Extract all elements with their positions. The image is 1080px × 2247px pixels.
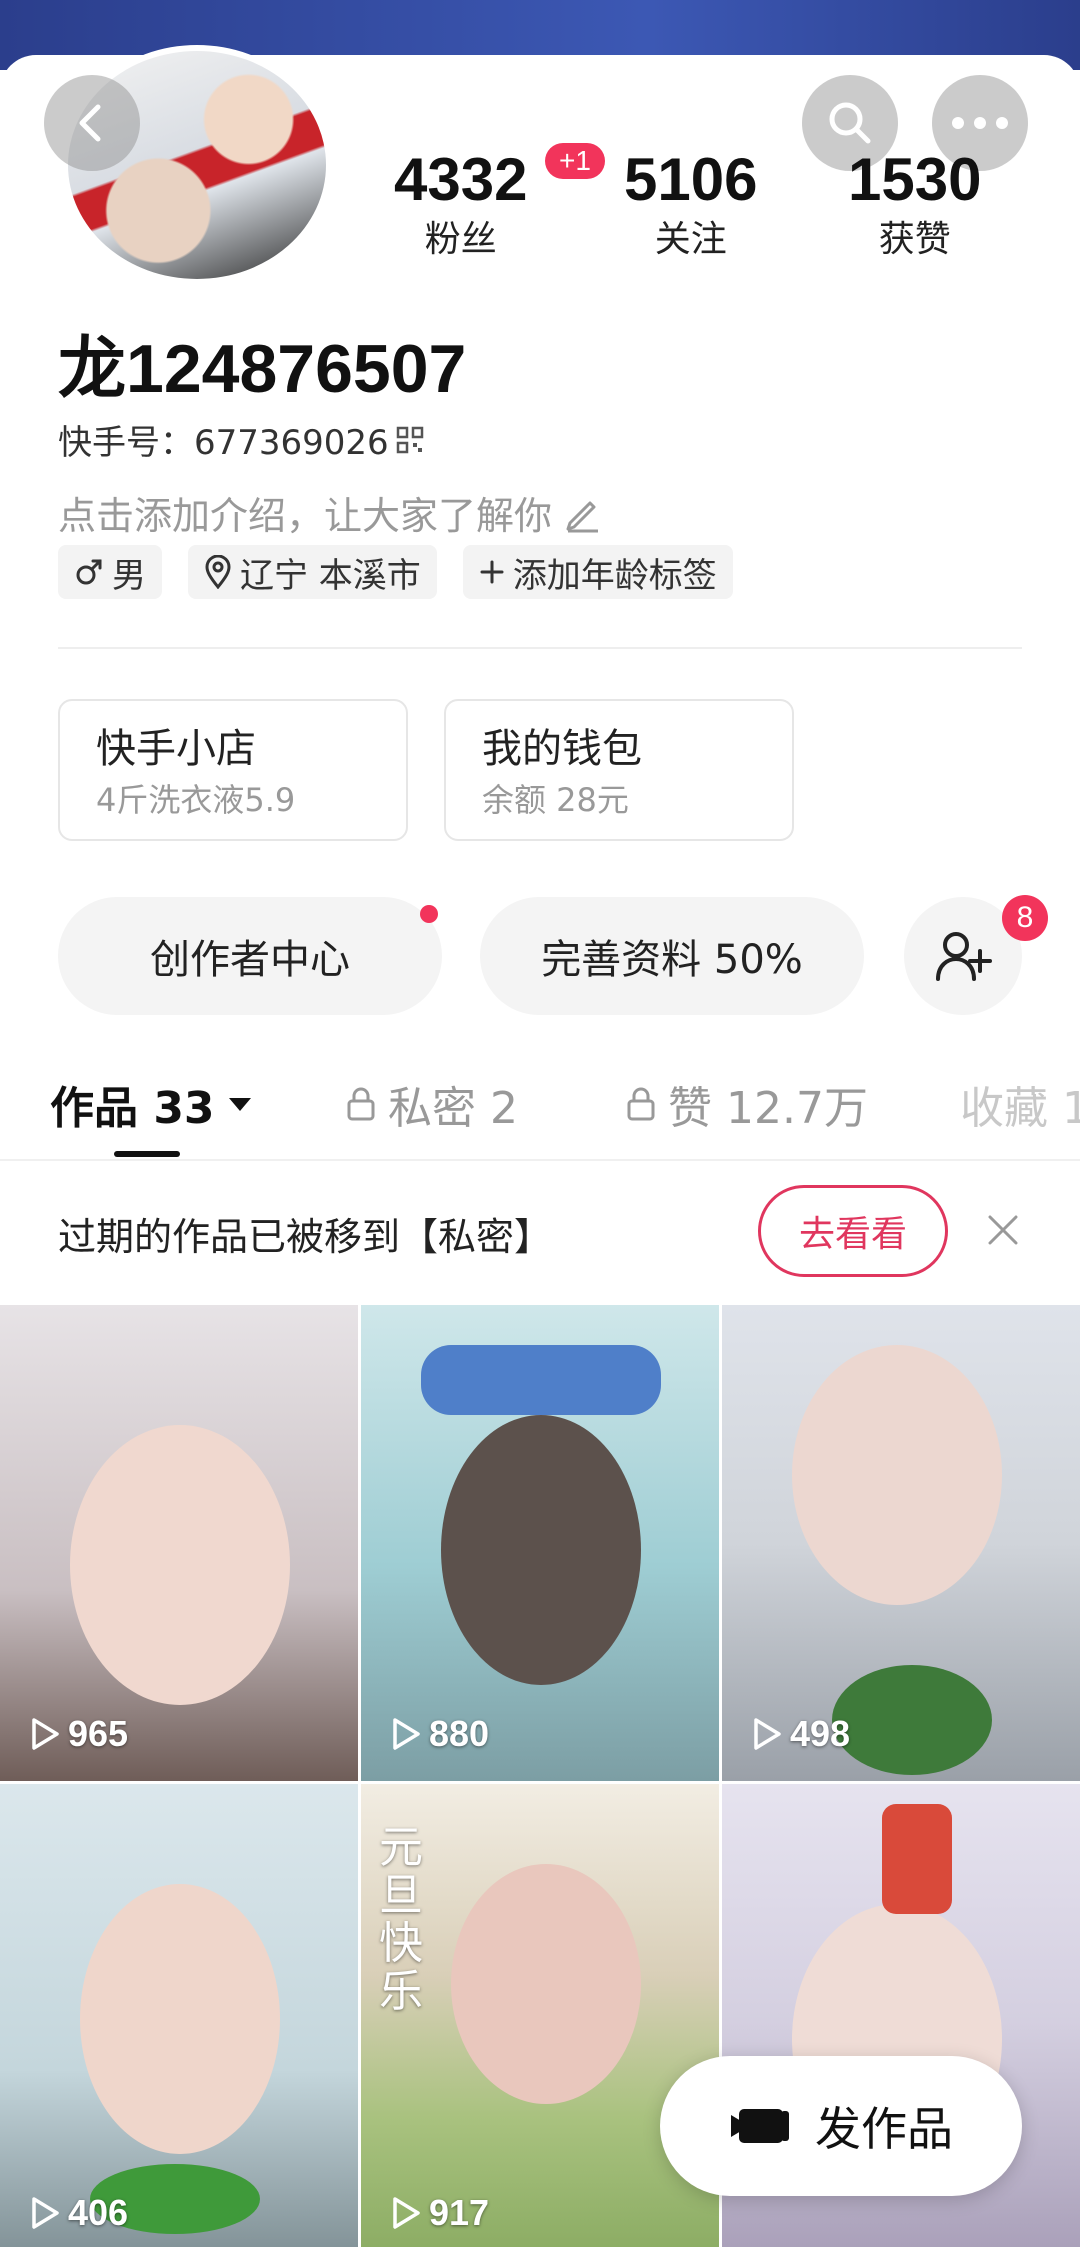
gender-label: 男 <box>112 555 146 596</box>
view-count-value: 880 <box>429 1713 490 1754</box>
plus-icon <box>480 560 504 584</box>
tab-private[interactable]: 私密 2 <box>346 1059 518 1149</box>
following-stat[interactable]: 5106 关注 <box>624 145 757 265</box>
male-symbol-icon <box>76 559 102 585</box>
location-pin-icon <box>205 555 231 589</box>
thumbnail-face <box>70 1425 290 1705</box>
more-dots-icon <box>952 117 1008 129</box>
notice-view-button[interactable]: 去看看 <box>758 1185 948 1277</box>
thumbnail-face <box>792 1345 1002 1605</box>
view-count: 406 <box>30 2192 128 2234</box>
expired-notice: 过期的作品已被移到【私密】 去看看 <box>58 1185 1022 1281</box>
thumbnail-face <box>441 1415 641 1685</box>
video-thumbnail[interactable]: 元旦快乐 917 <box>361 1784 719 2247</box>
view-count: 880 <box>391 1713 489 1755</box>
back-button[interactable] <box>44 75 140 171</box>
likes-count: 1530 <box>848 146 982 213</box>
notification-dot <box>420 905 438 923</box>
video-camera-icon <box>731 2109 789 2143</box>
add-age-label: 添加年龄标签 <box>512 555 717 596</box>
kuaishou-id-row[interactable]: 快手号：677369026 <box>58 415 425 464</box>
shop-title: 快手小店 <box>96 726 256 772</box>
tab-favorites[interactable]: 收藏 1 <box>960 1059 1080 1149</box>
creator-center-label: 创作者中心 <box>150 937 350 983</box>
post-work-label: 发作品 <box>815 2102 953 2156</box>
video-thumbnail[interactable]: 965 <box>0 1305 358 1781</box>
video-thumbnail[interactable]: 880 <box>361 1305 719 1781</box>
location-label: 辽宁 本溪市 <box>240 555 421 596</box>
view-count: 965 <box>30 1713 128 1755</box>
shop-card[interactable]: 快手小店 4斤洗衣液5.9 <box>58 699 408 841</box>
followers-label: 粉丝 <box>424 219 497 260</box>
divider <box>58 647 1022 649</box>
lock-icon <box>347 1087 375 1121</box>
bunny-hat-sticker <box>421 1345 661 1415</box>
following-label: 关注 <box>654 219 727 260</box>
followers-delta-badge: +1 <box>545 143 605 179</box>
add-age-tag[interactable]: 添加年龄标签 <box>462 545 733 599</box>
add-friend-icon <box>936 932 992 981</box>
creator-center-button[interactable]: 创作者中心 <box>58 897 442 1015</box>
view-count-value: 406 <box>68 2192 129 2233</box>
play-icon <box>393 2197 420 2229</box>
video-thumbnail[interactable]: 406 <box>0 1784 358 2247</box>
tab-favorites-label: 收藏 1 <box>960 1083 1080 1134</box>
notice-text: 过期的作品已被移到【私密】 <box>58 1214 553 1259</box>
gender-tag[interactable]: 男 <box>58 545 162 599</box>
post-work-button[interactable]: 发作品 <box>660 2056 1022 2196</box>
followers-stat[interactable]: 4332 粉丝 <box>394 145 527 265</box>
profile-card: 4332 粉丝 +1 5106 关注 1530 获赞 龙124876507 快手… <box>0 45 1080 2247</box>
wallet-subtitle: 余额 28元 <box>482 781 629 819</box>
lantern-sticker <box>882 1804 952 1914</box>
view-count: 917 <box>391 2192 489 2234</box>
tabs-divider <box>0 1159 1080 1161</box>
lock-icon <box>627 1087 655 1121</box>
back-arrow-icon <box>79 104 101 142</box>
likes-label: 获赞 <box>878 219 951 260</box>
tab-private-label: 私密 2 <box>388 1083 518 1134</box>
view-count-value: 917 <box>429 2192 490 2233</box>
play-icon <box>754 1718 781 1750</box>
complete-profile-button[interactable]: 完善资料 50% <box>480 897 864 1015</box>
location-tag[interactable]: 辽宁 本溪市 <box>188 545 437 599</box>
thumbnail-face <box>80 1884 280 2154</box>
bio-placeholder[interactable]: 点击添加介绍，让大家了解你 <box>58 485 602 540</box>
active-tab-indicator <box>114 1151 180 1157</box>
play-icon <box>32 2197 59 2229</box>
play-icon <box>393 1718 420 1750</box>
tab-works[interactable]: 作品 33 <box>50 1059 253 1149</box>
play-icon <box>32 1718 59 1750</box>
new-year-text: 元旦快乐 <box>379 1822 423 2017</box>
view-count-value: 498 <box>790 1713 851 1754</box>
view-count: 498 <box>752 1713 850 1755</box>
kuaishou-id: 快手号：677369026 <box>58 423 389 463</box>
food-sticker <box>832 1665 992 1775</box>
qr-code-icon <box>396 426 423 453</box>
notice-close-button[interactable] <box>978 1205 1028 1255</box>
complete-profile-label: 完善资料 50% <box>541 937 803 983</box>
tab-liked-label: 赞 12.7万 <box>668 1083 868 1134</box>
tab-works-label: 作品 33 <box>50 1083 215 1134</box>
thumbnail-face <box>451 1864 641 2104</box>
video-thumbnail[interactable]: 498 <box>722 1305 1080 1781</box>
shop-subtitle: 4斤洗衣液5.9 <box>96 781 296 819</box>
wallet-card[interactable]: 我的钱包 余额 28元 <box>444 699 794 841</box>
view-count-value: 965 <box>68 1713 129 1754</box>
content-tabs: 作品 33 私密 2 赞 12.7万 收藏 1 <box>0 1059 1080 1159</box>
tab-liked[interactable]: 赞 12.7万 <box>626 1059 868 1149</box>
likes-stat[interactable]: 1530 获赞 <box>848 145 981 265</box>
bio-text: 点击添加介绍，让大家了解你 <box>58 494 553 538</box>
friend-request-badge: 8 <box>1002 895 1048 941</box>
edit-pencil-icon <box>566 501 599 532</box>
followers-count: 4332 <box>394 146 528 213</box>
close-icon <box>988 1215 1018 1245</box>
username: 龙124876507 <box>58 331 467 407</box>
profile-tags: 男 辽宁 本溪市 添加年龄标签 <box>58 545 733 599</box>
wallet-title: 我的钱包 <box>482 726 642 772</box>
following-count: 5106 <box>624 146 758 213</box>
caret-down-icon <box>228 1098 251 1111</box>
search-icon <box>829 102 871 144</box>
